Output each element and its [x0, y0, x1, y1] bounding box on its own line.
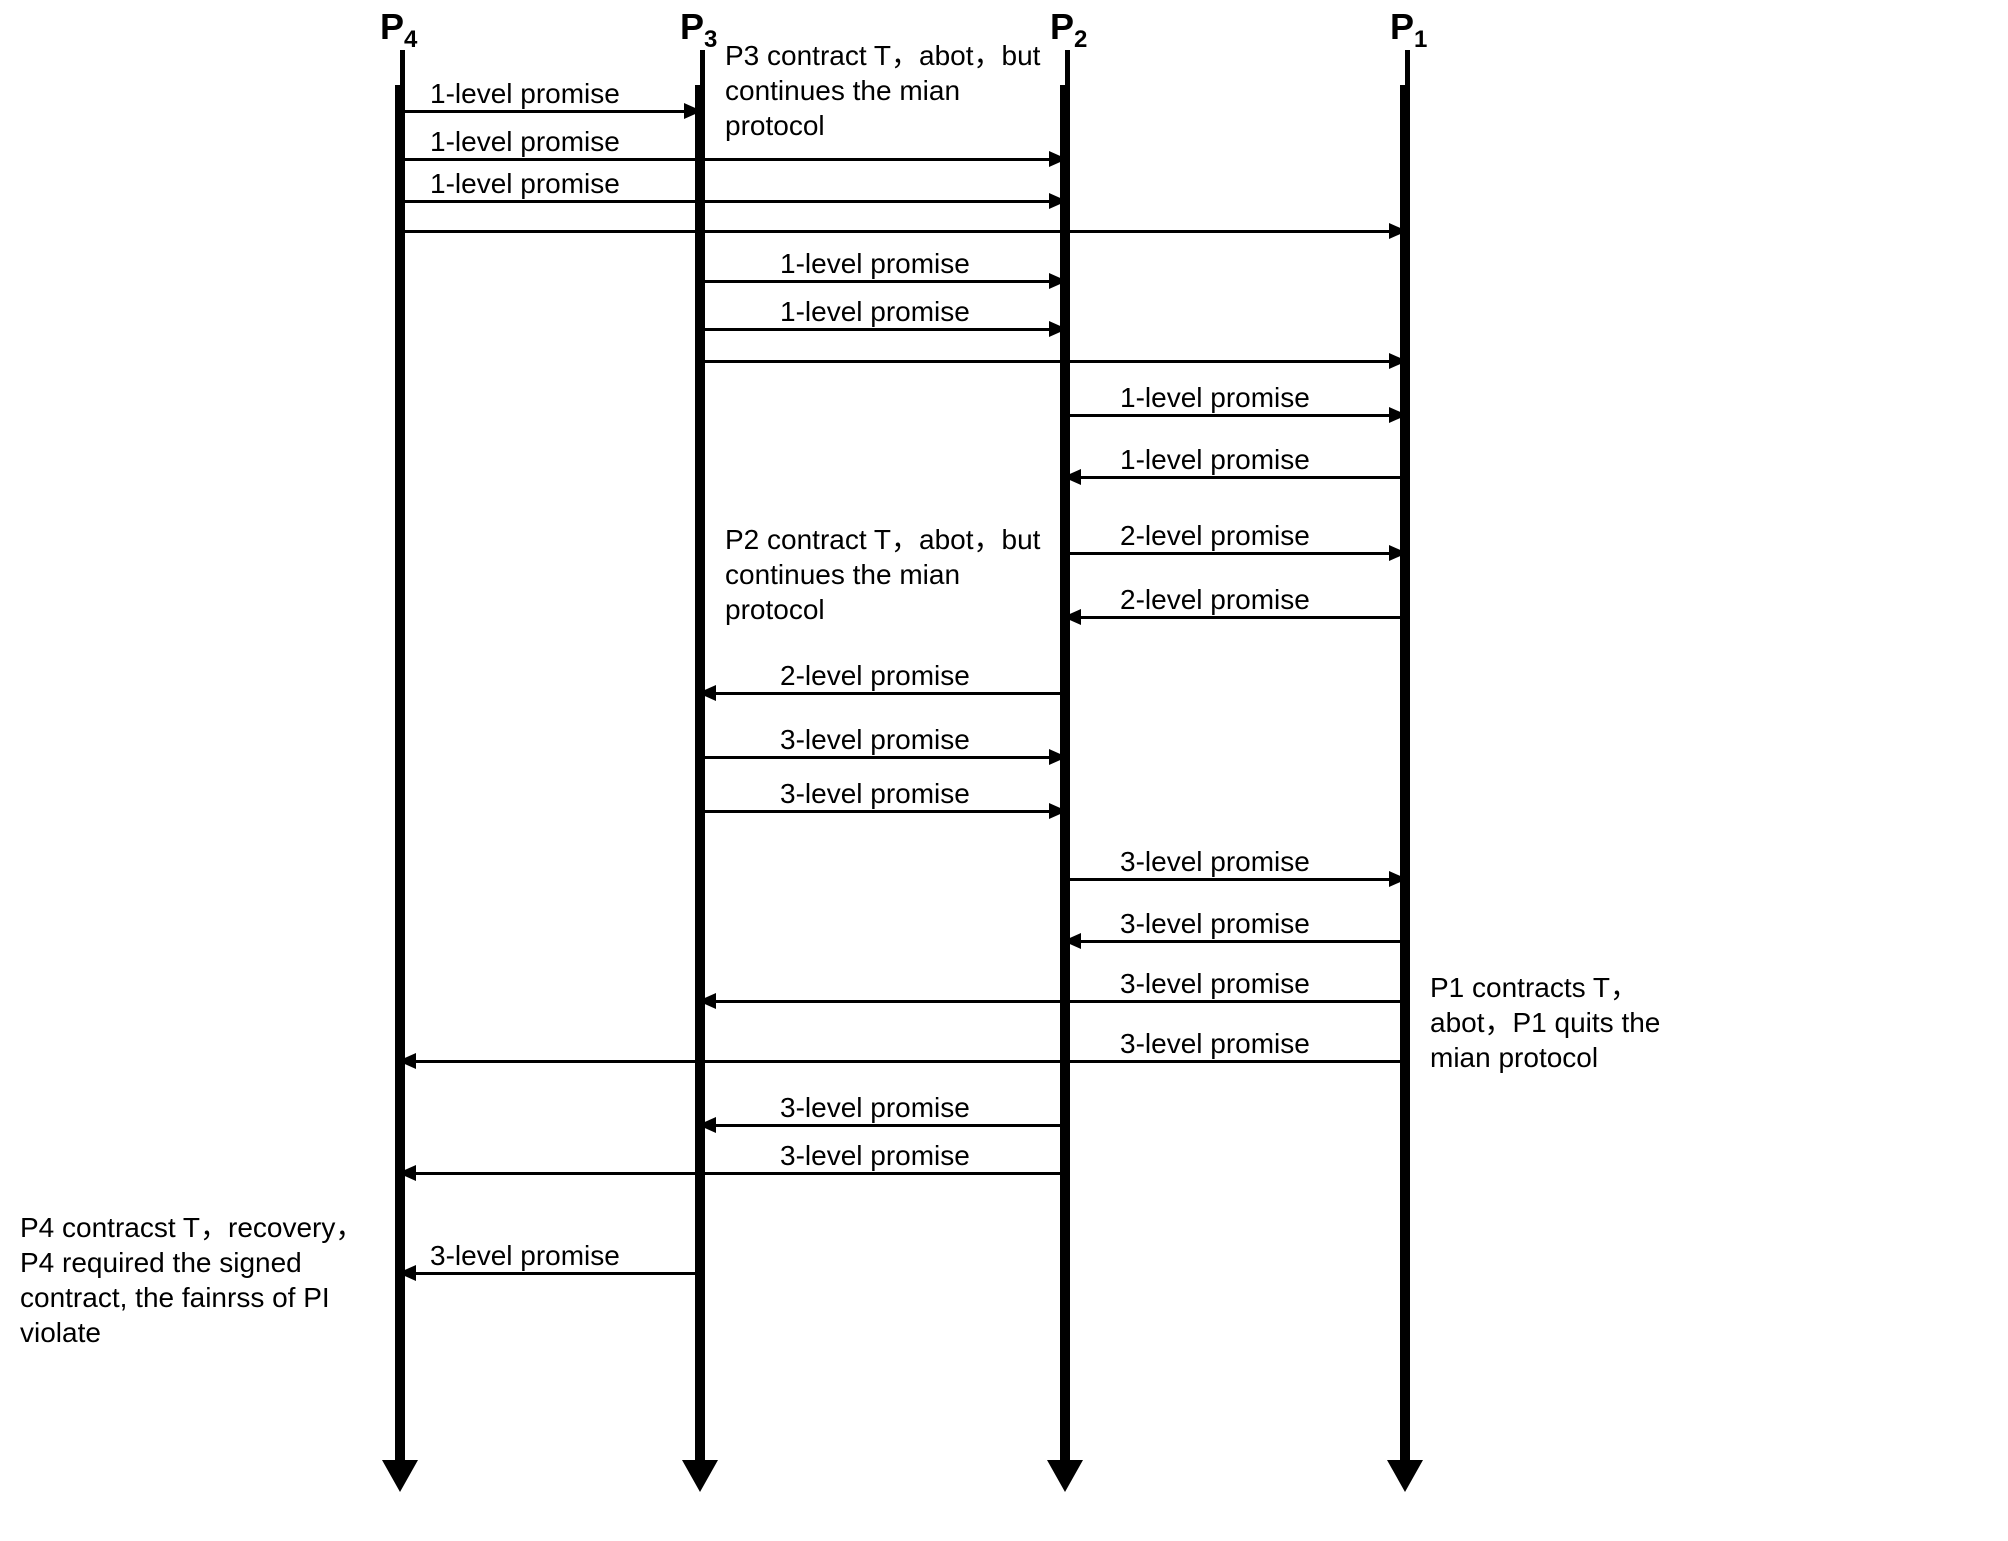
participant-p1: P1 [1390, 6, 1427, 54]
lifeline-p1-end [1387, 1460, 1423, 1492]
lifeline-p1 [1400, 85, 1410, 1465]
msg-label-3: 1-level promise [430, 168, 620, 200]
msg-p3-p2-1b [700, 328, 1065, 331]
msg-label-18: 3-level promise [780, 1140, 970, 1172]
msg-label-4: 1-level promise [780, 248, 970, 280]
msg-p2-p3-2 [700, 692, 1065, 695]
msg-label-1: 1-level promise [430, 78, 620, 110]
note-p4: P4 contracst T，recovery，P4 required the … [20, 1210, 380, 1350]
msg-p1-p2-2 [1065, 616, 1405, 619]
msg-p3-p2-3b [700, 810, 1065, 813]
msg-label-17: 3-level promise [780, 1092, 970, 1124]
msg-label-16: 3-level promise [1120, 1028, 1310, 1060]
msg-label-2: 1-level promise [430, 126, 620, 158]
msg-label-14: 3-level promise [1120, 908, 1310, 940]
msg-p3-p2-1a [700, 280, 1065, 283]
lifeline-p4 [395, 85, 405, 1465]
msg-p4-p2-1b [400, 200, 1065, 203]
note-p1: P1 contracts T，abot，P1 quits the mian pr… [1430, 970, 1690, 1075]
msg-label-12: 3-level promise [780, 778, 970, 810]
lifeline-p2-end [1047, 1460, 1083, 1492]
msg-label-13: 3-level promise [1120, 846, 1310, 878]
msg-p1-p3-3 [700, 1000, 1405, 1003]
sequence-diagram: P4 P3 P2 P1 P3 contract T，abot，but conti… [0, 0, 2008, 1541]
msg-p2-p1-1 [1065, 414, 1405, 417]
msg-p4-p3-1 [400, 110, 700, 113]
msg-p3-p2-3a [700, 756, 1065, 759]
lifeline-p3 [695, 85, 705, 1465]
msg-p2-p1-3 [1065, 878, 1405, 881]
msg-p1-p2-3 [1065, 940, 1405, 943]
participant-p4: P4 [380, 6, 417, 54]
participant-p2: P2 [1050, 6, 1087, 54]
msg-p1-p4-3 [400, 1060, 1405, 1063]
note-p2: P2 contract T，abot，but continues the mia… [725, 522, 1055, 627]
lifeline-p2 [1060, 85, 1070, 1465]
msg-p3-p4-3 [400, 1272, 700, 1275]
note-p3: P3 contract T，abot，but continues the mia… [725, 38, 1055, 143]
msg-label-19: 3-level promise [430, 1240, 620, 1272]
msg-p3-p1 [700, 360, 1405, 363]
msg-label-11: 3-level promise [780, 724, 970, 756]
msg-p2-p3-3 [700, 1124, 1065, 1127]
msg-p4-p1 [400, 230, 1405, 233]
participant-p3: P3 [680, 6, 717, 54]
msg-label-8: 2-level promise [1120, 520, 1310, 552]
msg-p4-p2-1a [400, 158, 1065, 161]
msg-label-5: 1-level promise [780, 296, 970, 328]
msg-p1-p2-1 [1065, 476, 1405, 479]
msg-p2-p1-2 [1065, 552, 1405, 555]
lifeline-p4-end [382, 1460, 418, 1492]
lifeline-p3-end [682, 1460, 718, 1492]
msg-label-10: 2-level promise [780, 660, 970, 692]
msg-label-9: 2-level promise [1120, 584, 1310, 616]
msg-label-6: 1-level promise [1120, 382, 1310, 414]
msg-label-7: 1-level promise [1120, 444, 1310, 476]
msg-p2-p4-3 [400, 1172, 1065, 1175]
msg-label-15: 3-level promise [1120, 968, 1310, 1000]
